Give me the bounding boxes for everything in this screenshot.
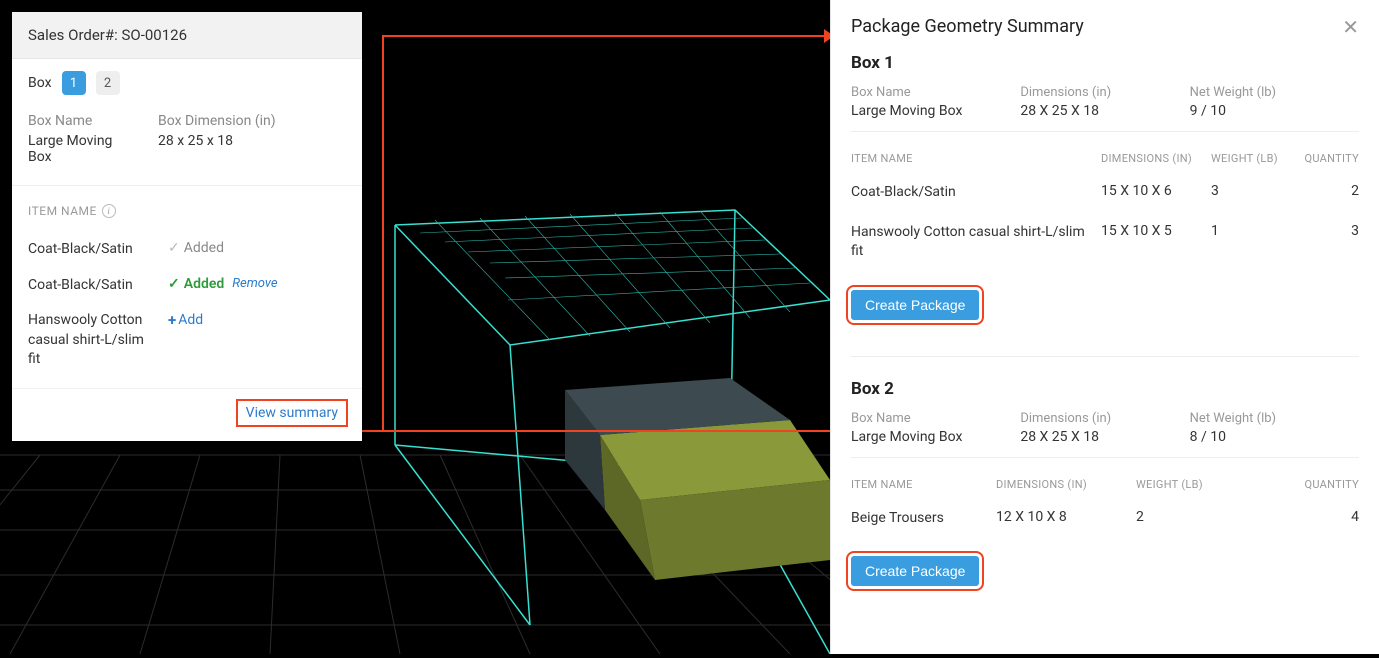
dimensions-label: Dimensions (in) (1020, 85, 1189, 100)
col-item-header: ITEM NAME (851, 478, 996, 491)
table-row: Hanswooly Cotton casual shirt-L/slim fit… (851, 213, 1359, 272)
cell-dim: 15 X 10 X 6 (1101, 183, 1211, 199)
view-summary-row: View summary (12, 388, 362, 441)
cell-name: Hanswooly Cotton casual shirt-L/slim fit (851, 223, 1101, 262)
col-wt-header: WEIGHT (LB) (1211, 152, 1291, 165)
callout-connector (382, 35, 830, 37)
cell-wt: 1 (1211, 223, 1291, 239)
box-name-label: Box Name (851, 85, 1020, 100)
box-meta: Box Name Large Moving Box Box Dimension … (12, 95, 362, 186)
dimensions-label: Dimensions (in) (1020, 411, 1189, 426)
col-dim-header: DIMENSIONS (IN) (1101, 152, 1211, 165)
col-qty-header: QUANTITY (1291, 152, 1359, 165)
box-tab-row: Box 1 2 (12, 59, 362, 95)
item-list-header: ITEM NAME i (28, 204, 346, 218)
summary-box-1: Box 1 Box Name Large Moving Box Dimensio… (831, 49, 1379, 334)
summary-title: Package Geometry Summary (851, 16, 1084, 37)
item-name: Hanswooly Cotton casual shirt-L/slim fit (28, 311, 148, 370)
order-panel: Sales Order#: SO-00126 Box 1 2 Box Name … (12, 12, 362, 441)
cell-qty: 2 (1291, 183, 1359, 199)
item-name-header: ITEM NAME (28, 204, 97, 218)
plus-icon: + (168, 311, 176, 329)
cell-dim: 12 X 10 X 8 (996, 509, 1136, 525)
col-wt-header: WEIGHT (LB) (1136, 478, 1246, 491)
box-title: Box 1 (851, 53, 1359, 73)
net-weight-label: Net Weight (lb) (1190, 411, 1359, 426)
cell-dim: 15 X 10 X 5 (1101, 223, 1211, 239)
added-label: Added (184, 276, 225, 292)
cell-qty: 3 (1291, 223, 1359, 239)
check-icon: ✓ (168, 240, 180, 256)
col-qty-header: QUANTITY (1246, 478, 1359, 491)
box-tab-1[interactable]: 1 (62, 71, 86, 95)
box-tabs-label: Box (28, 75, 52, 91)
list-item: Coat-Black/Satin ✓ Added Remove (28, 268, 346, 304)
dimensions-value: 28 X 25 X 18 (1020, 103, 1189, 119)
cell-wt: 3 (1211, 183, 1291, 199)
order-id: SO-00126 (121, 26, 187, 44)
col-dim-header: DIMENSIONS (IN) (996, 478, 1136, 491)
item-status-added: ✓ Added (168, 240, 224, 256)
create-package-button[interactable]: Create Package (851, 556, 979, 586)
net-weight-label: Net Weight (lb) (1190, 85, 1359, 100)
info-icon[interactable]: i (102, 204, 116, 218)
box-name-label: Box Name (851, 411, 1020, 426)
items-table: ITEM NAME DIMENSIONS (IN) WEIGHT (LB) QU… (851, 478, 1359, 539)
col-item-header: ITEM NAME (851, 152, 1101, 165)
item-list: ITEM NAME i Coat-Black/Satin ✓ Added Coa… (12, 186, 362, 388)
summary-box-2: Box 2 Box Name Large Moving Box Dimensio… (831, 375, 1379, 601)
table-row: Beige Trousers 12 X 10 X 8 2 4 (851, 499, 1359, 539)
box-dim-label: Box Dimension (in) (158, 113, 276, 129)
callout-connector (382, 35, 384, 430)
order-title-prefix: Sales Order#: (28, 26, 121, 44)
added-label: Added (184, 240, 224, 256)
cell-qty: 4 (1246, 509, 1359, 525)
summary-header: Package Geometry Summary ✕ (831, 0, 1379, 49)
box-name-value: Large Moving Box (851, 103, 1020, 119)
box-title: Box 2 (851, 379, 1359, 399)
dimensions-value: 28 X 25 X 18 (1020, 429, 1189, 445)
box-name-value: Large Moving Box (28, 133, 128, 165)
box-name-value: Large Moving Box (851, 429, 1020, 445)
create-package-button[interactable]: Create Package (851, 290, 979, 320)
item-status-added-active: ✓ Added Remove (168, 276, 278, 292)
net-weight-value: 9 / 10 (1190, 103, 1359, 119)
check-icon: ✓ (168, 276, 180, 292)
list-item: Hanswooly Cotton casual shirt-L/slim fit… (28, 303, 346, 378)
order-title: Sales Order#: SO-00126 (12, 12, 362, 59)
item-name: Coat-Black/Satin (28, 276, 148, 296)
view-summary-button[interactable]: View summary (236, 399, 348, 427)
item-name: Coat-Black/Satin (28, 240, 148, 260)
box-dim-value: 28 x 25 x 18 (158, 133, 276, 149)
box-tab-2[interactable]: 2 (96, 71, 120, 95)
list-item: Coat-Black/Satin ✓ Added (28, 232, 346, 268)
cell-name: Coat-Black/Satin (851, 183, 1101, 203)
table-row: Coat-Black/Satin 15 X 10 X 6 3 2 (851, 173, 1359, 213)
items-table: ITEM NAME DIMENSIONS (IN) WEIGHT (LB) QU… (851, 152, 1359, 272)
remove-link[interactable]: Remove (232, 276, 277, 291)
close-icon[interactable]: ✕ (1342, 17, 1359, 37)
add-label: Add (178, 312, 203, 328)
cell-wt: 2 (1136, 509, 1246, 525)
summary-panel: Package Geometry Summary ✕ Box 1 Box Nam… (830, 0, 1379, 654)
divider (851, 356, 1359, 357)
box-name-label: Box Name (28, 113, 128, 129)
cell-name: Beige Trousers (851, 509, 996, 529)
add-item-button[interactable]: + Add (168, 311, 203, 329)
net-weight-value: 8 / 10 (1190, 429, 1359, 445)
callout-connector (352, 430, 832, 432)
